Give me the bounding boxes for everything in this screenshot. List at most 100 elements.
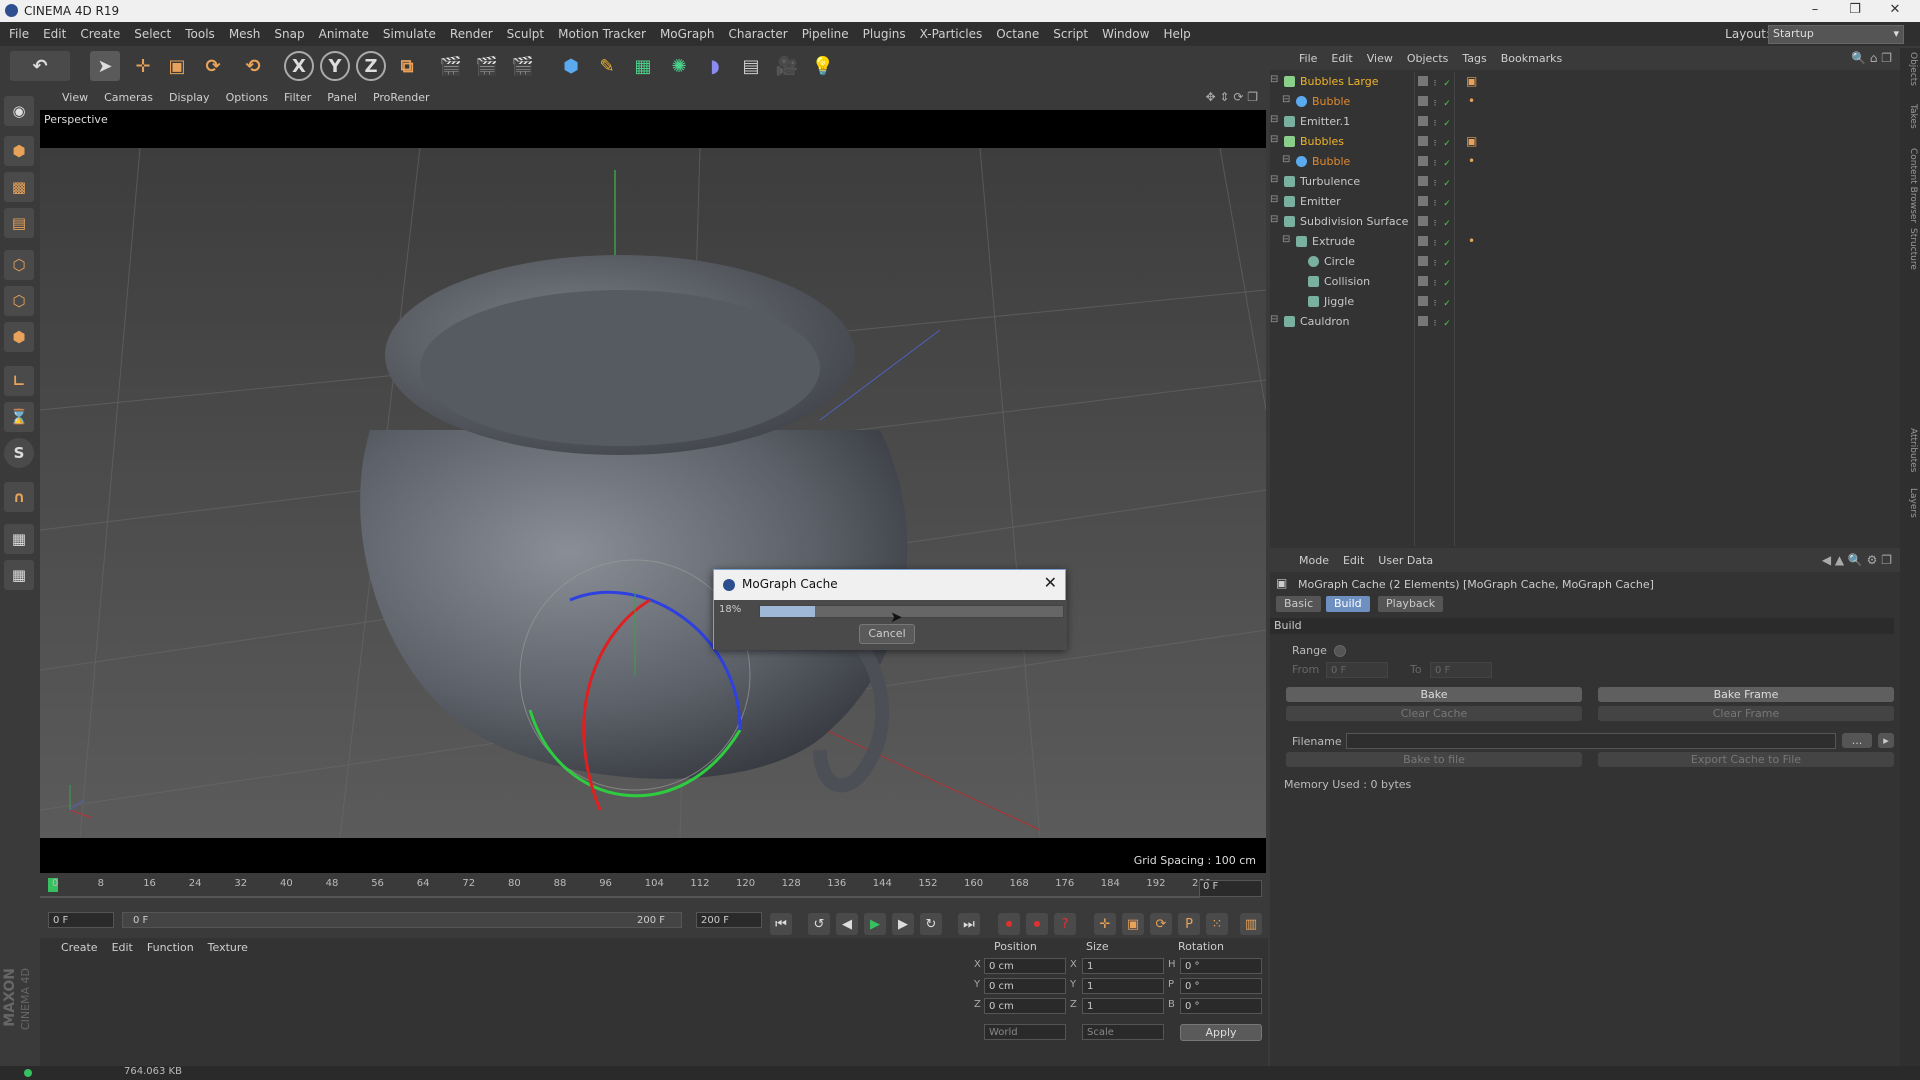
layer-icon[interactable] <box>1418 116 1428 126</box>
object-menu-edit[interactable]: Edit <box>1324 48 1359 70</box>
next-frame-icon[interactable]: ▶ <box>892 913 914 935</box>
object-visibility-flags[interactable]: ⁝ ✓ <box>1418 176 1454 189</box>
menu-mograph[interactable]: MoGraph <box>653 22 722 46</box>
expand-icon[interactable]: ⊟ <box>1282 94 1290 105</box>
menu-file[interactable]: File <box>2 22 36 46</box>
perspective-viewport[interactable]: Perspective Grid Spacing: 100 cm <box>40 110 1266 873</box>
deformer-icon[interactable]: ◗ <box>700 51 730 81</box>
filename-field[interactable] <box>1346 733 1836 749</box>
attribute-menu-mode[interactable]: Mode <box>1292 550 1336 572</box>
start-frame-field[interactable]: 0 F <box>48 912 114 928</box>
snapping-icon[interactable]: S <box>4 438 34 468</box>
viewport-menu-display[interactable]: Display <box>161 88 218 108</box>
right-tab-layers[interactable]: Layers <box>1902 488 1918 518</box>
layer-icon[interactable] <box>1418 316 1428 326</box>
layer-icon[interactable] <box>1418 236 1428 246</box>
visibility-dots-icon[interactable]: ⁝ <box>1430 279 1440 289</box>
object-menu-file[interactable]: File <box>1292 48 1324 70</box>
render-view-icon[interactable]: 🎬 <box>436 51 466 81</box>
right-tab-takes[interactable]: Takes <box>1902 104 1918 129</box>
material-menu-function[interactable]: Function <box>140 938 201 958</box>
layer-icon[interactable] <box>1418 276 1428 286</box>
attribute-menu-edit[interactable]: Edit <box>1336 550 1371 572</box>
visibility-dots-icon[interactable]: ⁝ <box>1430 119 1440 129</box>
rotate-icon[interactable]: ⟳ <box>198 51 228 81</box>
generator-icon[interactable]: ▦ <box>628 51 658 81</box>
menu-help[interactable]: Help <box>1156 22 1197 46</box>
right-tab-content-browser[interactable]: Content Browser <box>1902 148 1918 223</box>
undo-icon[interactable]: ↶ <box>10 51 70 81</box>
y-axis-icon[interactable]: Y <box>320 51 350 81</box>
object-row[interactable]: ⊟ Turbulence ⁝ ✓ <box>1270 172 1900 192</box>
cloner-icon[interactable]: ✺ <box>664 51 694 81</box>
key-position-icon[interactable]: ✛ <box>1094 913 1116 935</box>
menu-mesh[interactable]: Mesh <box>222 22 268 46</box>
select-arrow-icon[interactable]: ➤ <box>90 51 120 81</box>
filename-options-icon[interactable]: ▸ <box>1878 733 1894 748</box>
object-menu-tags[interactable]: Tags <box>1455 48 1493 70</box>
points-mode-icon[interactable]: ⬡ <box>4 250 34 280</box>
right-tab-structure[interactable]: Structure <box>1902 228 1918 270</box>
object-visibility-flags[interactable]: ⁝ ✓ <box>1418 316 1454 329</box>
cube-primitive-icon[interactable]: ⬢ <box>556 51 586 81</box>
menu-snap[interactable]: Snap <box>267 22 311 46</box>
viewport-menu-filter[interactable]: Filter <box>276 88 319 108</box>
viewport-menu-prorender[interactable]: ProRender <box>365 88 438 108</box>
menu-motion-tracker[interactable]: Motion Tracker <box>551 22 653 46</box>
expand-icon[interactable]: ⊟ <box>1270 314 1278 325</box>
expand-icon[interactable]: ⊟ <box>1270 194 1278 205</box>
move-icon[interactable]: ✛ <box>128 51 158 81</box>
camera-icon[interactable]: 🎥 <box>772 51 802 81</box>
object-visibility-flags[interactable]: ⁝ ✓ <box>1418 216 1454 229</box>
right-tab-attributes[interactable]: Attributes <box>1902 428 1918 472</box>
autokey-icon[interactable]: ⏺ <box>1026 913 1048 935</box>
object-row[interactable]: ⊟ Extrude ⁝ ✓ • <box>1270 232 1900 252</box>
menu-animate[interactable]: Animate <box>312 22 376 46</box>
current-frame-field[interactable]: 0 F <box>1199 880 1262 897</box>
object-row[interactable]: ⊟ Bubble ⁝ ✓ • <box>1270 92 1900 112</box>
clear-frame-button[interactable]: Clear Frame <box>1598 706 1894 721</box>
key-parameter-icon[interactable]: P <box>1178 913 1200 935</box>
tab-build[interactable]: Build <box>1326 596 1370 612</box>
visibility-dots-icon[interactable]: ⁝ <box>1430 139 1440 149</box>
enabled-check-icon[interactable]: ✓ <box>1442 199 1452 209</box>
prev-key-icon[interactable]: ↺ <box>808 913 830 935</box>
recent-tools-icon[interactable]: ⟲ <box>238 51 268 81</box>
visibility-dots-icon[interactable]: ⁝ <box>1430 319 1440 329</box>
size-z-field[interactable]: 1 <box>1082 998 1164 1014</box>
from-field[interactable]: 0 F <box>1326 662 1388 678</box>
enabled-check-icon[interactable]: ✓ <box>1442 179 1452 189</box>
layer-icon[interactable] <box>1418 216 1428 226</box>
bake-frame-button[interactable]: Bake Frame <box>1598 687 1894 702</box>
size-y-field[interactable]: 1 <box>1082 978 1164 994</box>
expand-icon[interactable]: ⊟ <box>1270 74 1278 85</box>
rotation-p-field[interactable]: 0 ° <box>1180 978 1262 994</box>
visibility-dots-icon[interactable]: ⁝ <box>1430 179 1440 189</box>
menu-tools[interactable]: Tools <box>178 22 222 46</box>
menu-edit[interactable]: Edit <box>36 22 73 46</box>
range-checkbox[interactable] <box>1334 645 1346 657</box>
material-tag-icon[interactable]: • <box>1468 154 1475 168</box>
object-visibility-flags[interactable]: ⁝ ✓ <box>1418 276 1454 289</box>
timeline-ruler[interactable]: 0 8 16 24 32 40 48 56 64 72 80 88 96 104 112 120 128 136 1… <box>40 876 1268 908</box>
material-menu-create[interactable]: Create <box>54 938 105 958</box>
menu-script[interactable]: Script <box>1046 22 1095 46</box>
right-tab-objects[interactable]: Objects <box>1902 52 1918 86</box>
object-row[interactable]: ⊟ Bubbles ⁝ ✓ ▣ <box>1270 132 1900 152</box>
object-row[interactable]: ⊟ Subdivision Surface ⁝ ✓ <box>1270 212 1900 232</box>
x-axis-icon[interactable]: X <box>284 51 314 81</box>
menu-character[interactable]: Character <box>721 22 794 46</box>
magnet-icon[interactable]: ∩ <box>4 482 34 512</box>
render-settings-icon[interactable]: 🎬 <box>508 51 538 81</box>
keyframe-selection-icon[interactable]: ? <box>1054 913 1076 935</box>
layout-select[interactable]: Startup ▾ <box>1768 25 1904 44</box>
object-manager-nav-icon[interactable]: 🔍 ⌂ ❐ <box>1851 51 1892 65</box>
apply-button[interactable]: Apply <box>1180 1024 1262 1041</box>
tab-playback[interactable]: Playback <box>1378 596 1444 612</box>
coordinate-system-icon[interactable]: ⧉ <box>392 51 422 81</box>
menu-sculpt[interactable]: Sculpt <box>500 22 551 46</box>
object-visibility-flags[interactable]: ⁝ ✓ <box>1418 296 1454 309</box>
rotation-b-field[interactable]: 0 ° <box>1180 998 1262 1014</box>
visibility-dots-icon[interactable]: ⁝ <box>1430 159 1440 169</box>
visibility-dots-icon[interactable]: ⁝ <box>1430 79 1440 89</box>
